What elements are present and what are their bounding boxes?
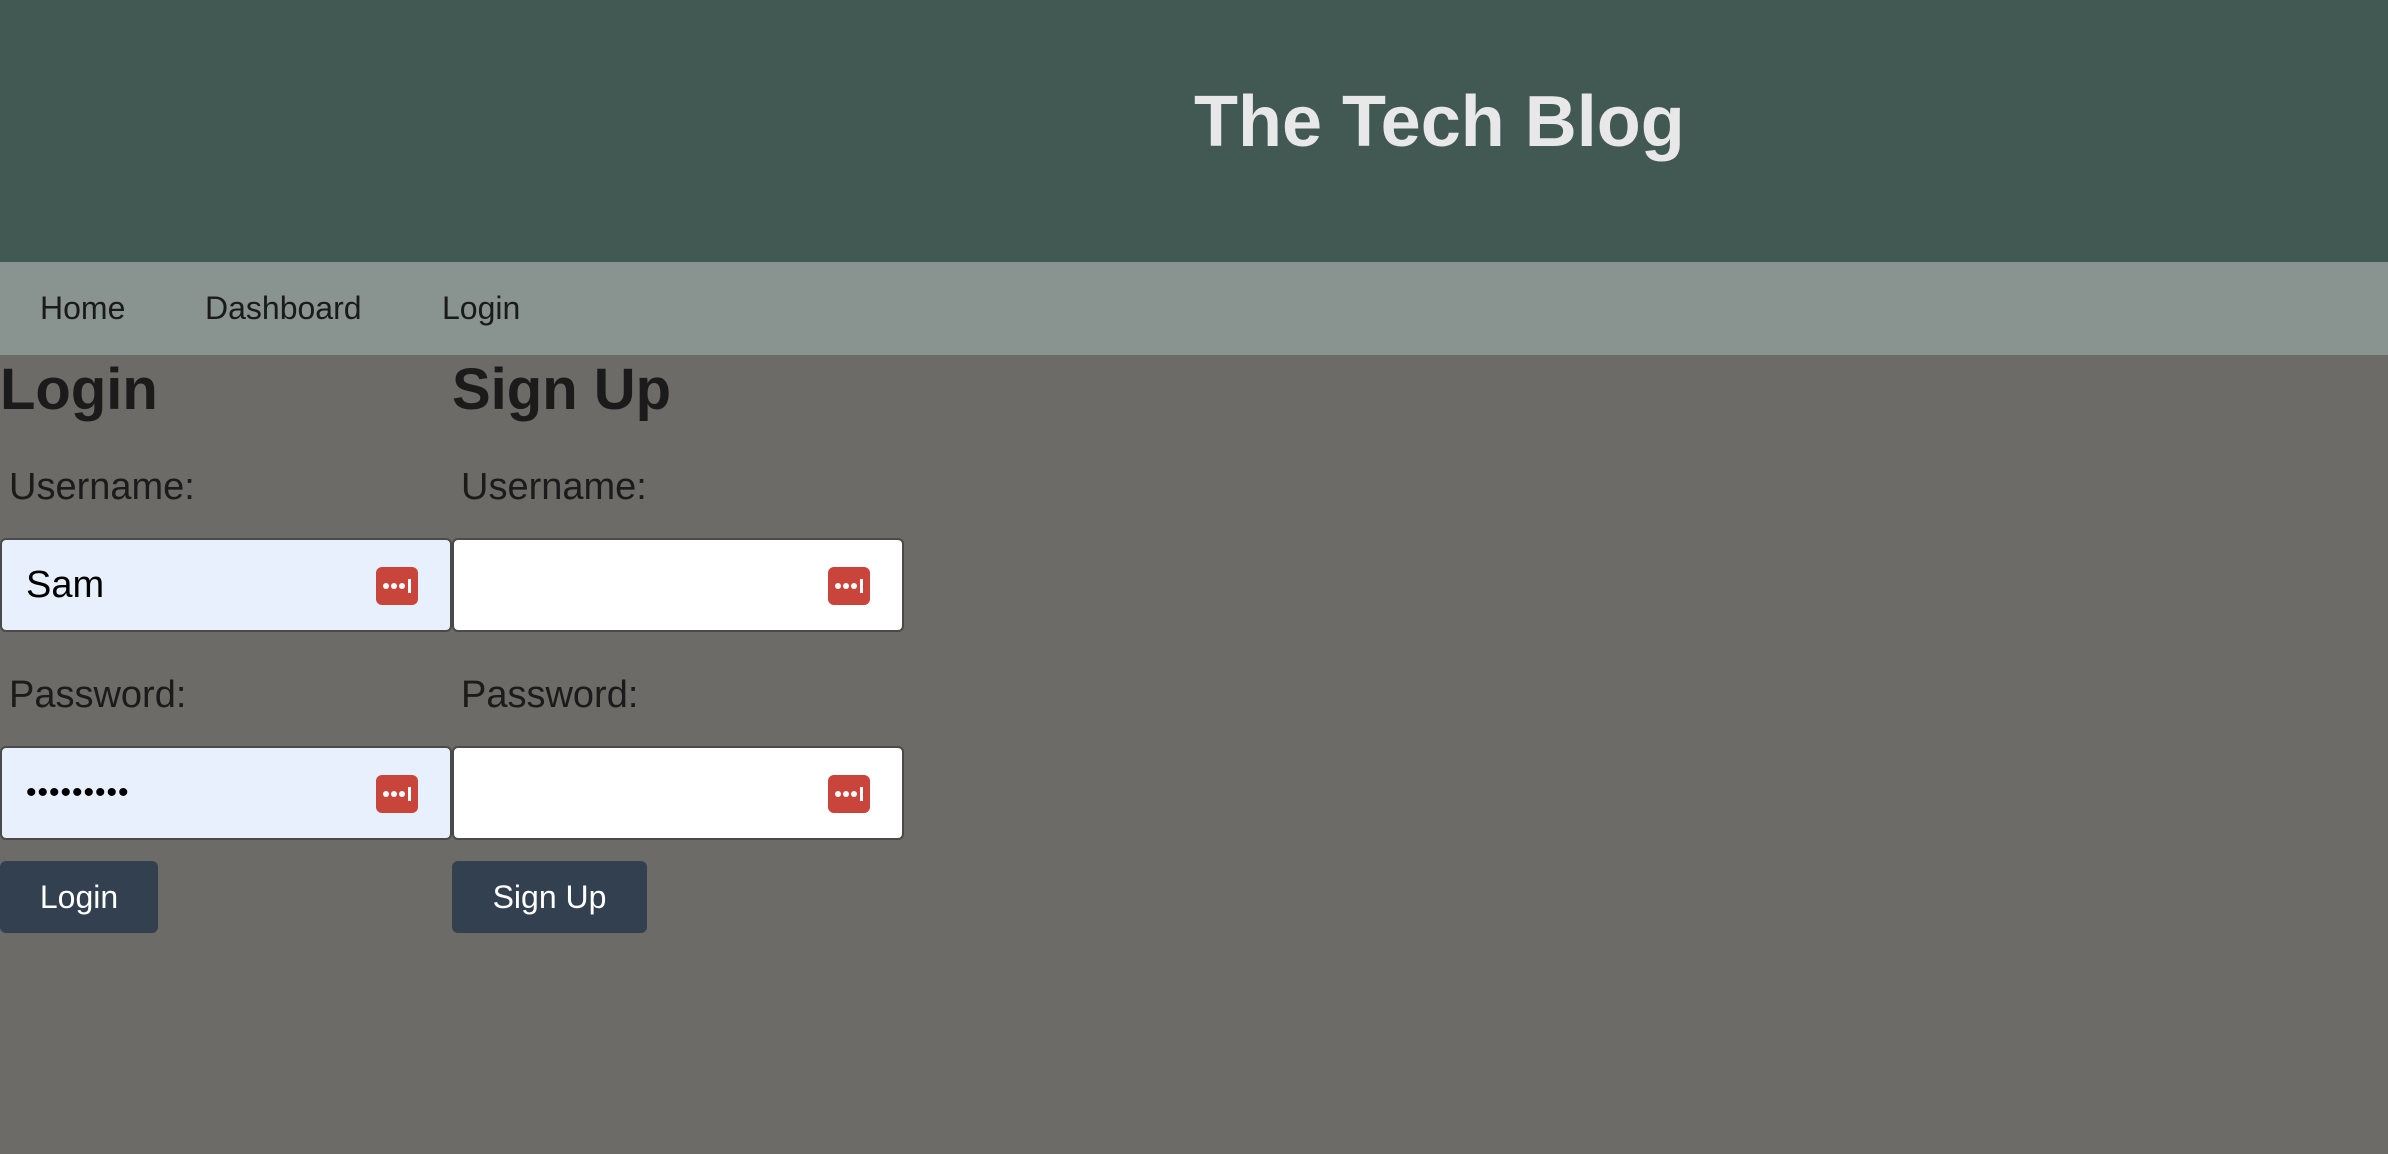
- password-manager-icon[interactable]: [376, 775, 418, 813]
- nav-link-home[interactable]: Home: [40, 262, 125, 355]
- login-username-field: [0, 538, 452, 632]
- signup-username-label: Username:: [461, 466, 647, 508]
- login-form-title: Login: [0, 357, 158, 422]
- site-title: The Tech Blog: [1194, 82, 1685, 162]
- signup-username-input[interactable]: [478, 540, 808, 630]
- signup-password-label: Password:: [461, 674, 639, 716]
- signup-username-field: [452, 538, 904, 632]
- password-manager-icon[interactable]: [828, 775, 870, 813]
- signup-form-title: Sign Up: [452, 357, 672, 422]
- login-button[interactable]: Login: [0, 861, 158, 933]
- login-password-field: [0, 746, 452, 840]
- login-password-label: Password:: [9, 674, 187, 716]
- nav-link-login[interactable]: Login: [442, 262, 520, 355]
- signup-button[interactable]: Sign Up: [452, 861, 647, 933]
- login-username-input[interactable]: [26, 540, 356, 630]
- signup-password-input[interactable]: [478, 748, 808, 838]
- password-manager-icon[interactable]: [376, 567, 418, 605]
- signup-password-field: [452, 746, 904, 840]
- main-nav: Home Dashboard Login: [0, 262, 2388, 355]
- login-password-input[interactable]: [26, 748, 356, 838]
- password-manager-icon[interactable]: [828, 567, 870, 605]
- nav-link-dashboard[interactable]: Dashboard: [205, 262, 362, 355]
- site-header: The Tech Blog: [0, 0, 2388, 262]
- login-username-label: Username:: [9, 466, 195, 508]
